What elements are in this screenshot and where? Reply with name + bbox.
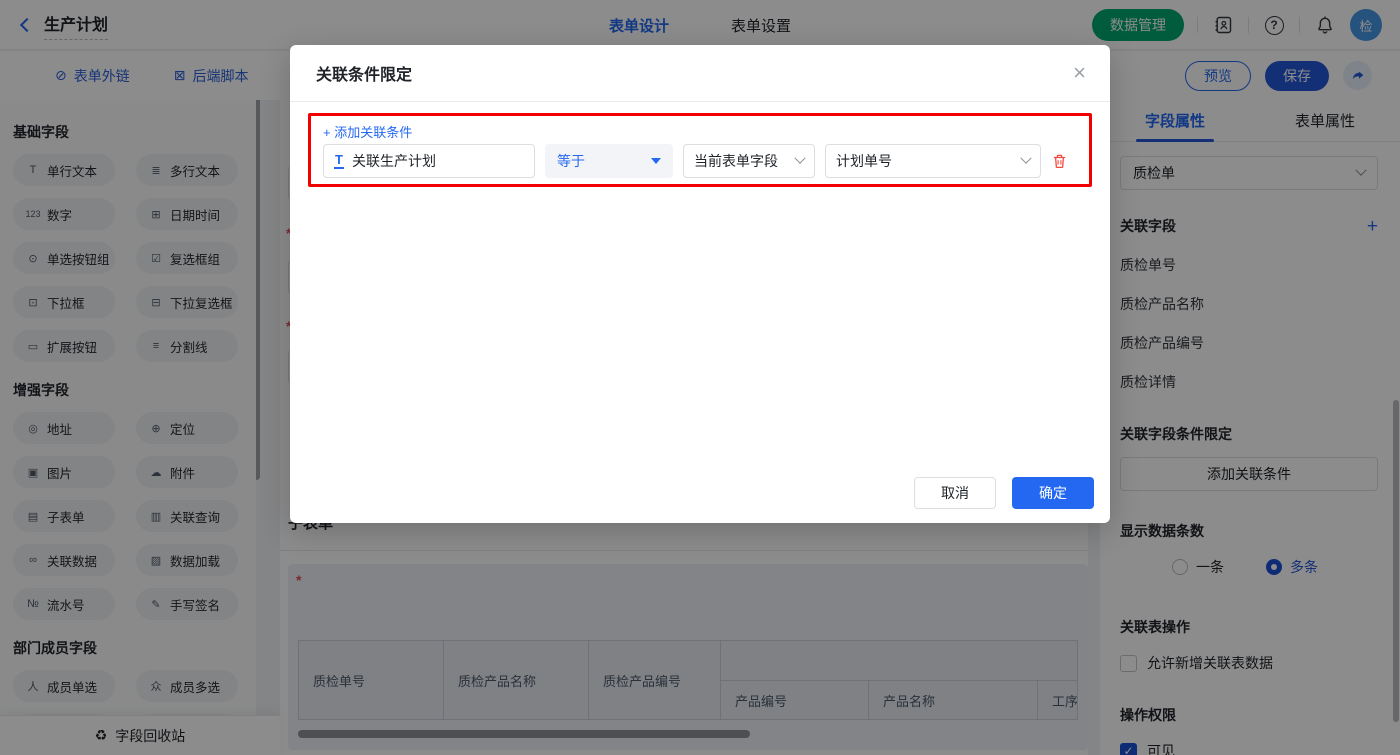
delete-trash-icon[interactable] bbox=[1051, 152, 1068, 170]
form-designer-app: 生产计划 表单设计 表单设置 数据管理 ? 检 ⊘ 表单外链 ⊠ 后端脚本 预览… bbox=[0, 0, 1400, 755]
value-select[interactable]: 计划单号 bbox=[825, 144, 1041, 178]
operator-select[interactable]: 等于 bbox=[545, 144, 673, 178]
source-select[interactable]: 当前表单字段 bbox=[683, 144, 815, 178]
add-assoc-condition-link[interactable]: + 添加关联条件 bbox=[323, 122, 412, 141]
chevron-down-icon bbox=[794, 152, 806, 164]
modal-title: 关联条件限定 bbox=[316, 67, 413, 84]
cancel-button[interactable]: 取消 bbox=[914, 477, 996, 509]
highlight-red-box: + 添加关联条件 T 关联生产计划 等于 当前表单字段 计划单号 bbox=[308, 113, 1092, 187]
close-icon[interactable]: × bbox=[1073, 62, 1086, 84]
confirm-button[interactable]: 确定 bbox=[1012, 477, 1094, 509]
chevron-down-icon bbox=[1020, 152, 1032, 164]
text-field-icon: T bbox=[334, 152, 344, 170]
assoc-condition-modal: 关联条件限定 × + 添加关联条件 T 关联生产计划 等于 当前表单字段 计划单… bbox=[290, 45, 1110, 523]
caret-down-icon bbox=[651, 158, 661, 164]
condition-field-input[interactable]: T 关联生产计划 bbox=[323, 144, 535, 178]
